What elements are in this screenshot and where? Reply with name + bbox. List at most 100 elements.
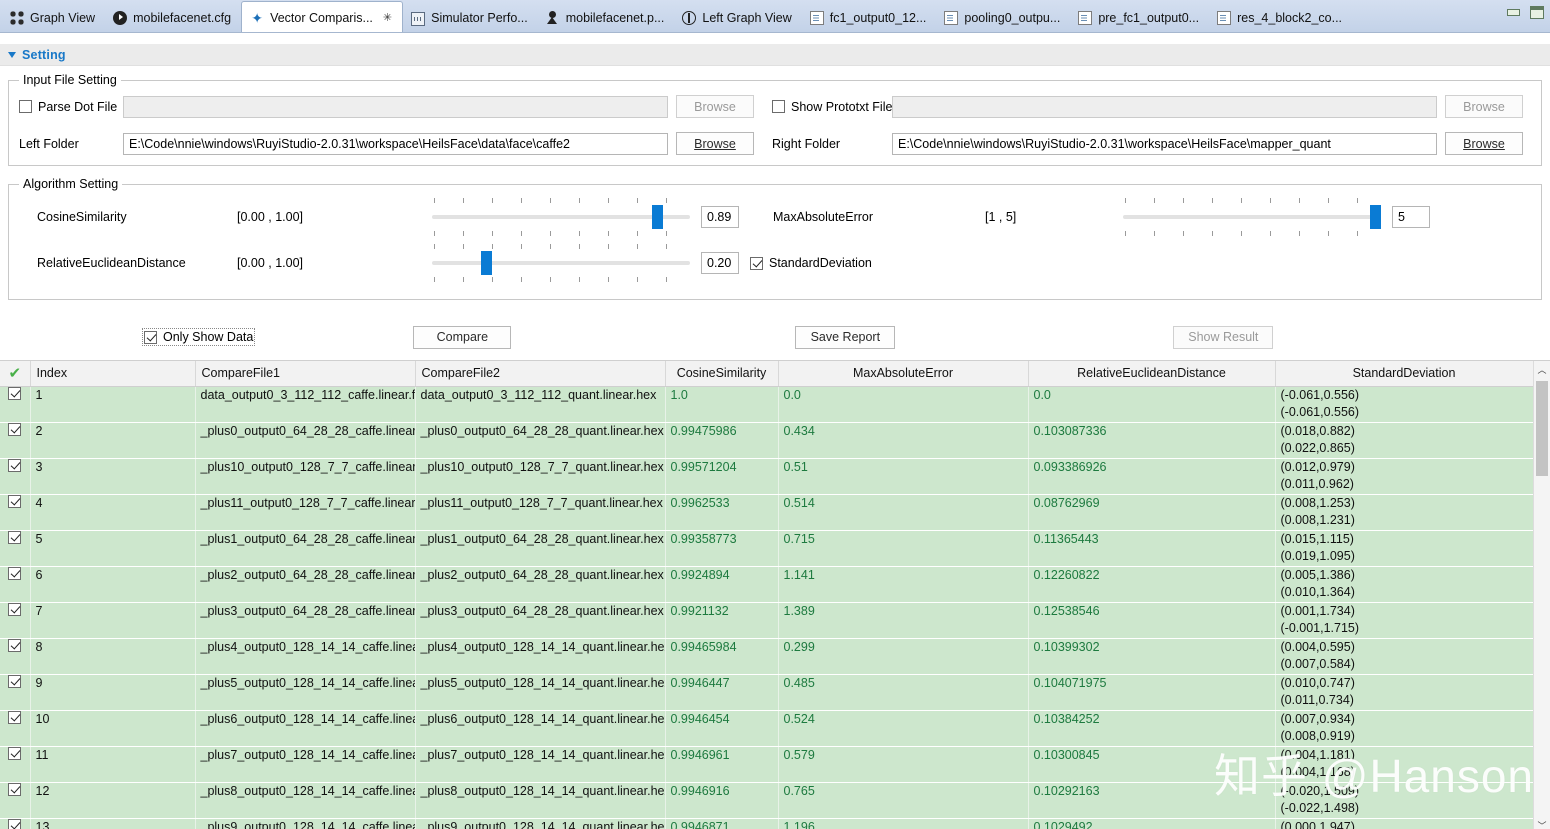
standard-deviation-checkbox-label[interactable]: StandardDeviation bbox=[750, 256, 872, 270]
left-folder-input[interactable]: E:\Code\nnie\windows\RuyiStudio-2.0.31\w… bbox=[123, 132, 668, 155]
column-header-cosinesimilarity[interactable]: CosineSimilarity bbox=[665, 361, 779, 387]
parse-dot-file-checkbox-label[interactable]: Parse Dot File bbox=[19, 100, 123, 114]
row-checkbox-cell[interactable] bbox=[0, 566, 31, 603]
show-prototxt-browse-button[interactable]: Browse bbox=[1445, 95, 1523, 118]
row-checkbox-cell[interactable] bbox=[0, 710, 31, 747]
cell-cosinesimilarity: 1.0 bbox=[665, 386, 779, 423]
column-header-maxabsoluteerror[interactable]: MaxAbsoluteError bbox=[778, 361, 1029, 387]
relative-euclidean-distance-slider[interactable] bbox=[432, 241, 690, 285]
row-checkbox-cell[interactable] bbox=[0, 386, 31, 423]
row-checkbox-cell[interactable] bbox=[0, 782, 31, 819]
tab-pooling0-output[interactable]: pooling0_outpu... bbox=[936, 4, 1070, 32]
max-absolute-error-value-input[interactable]: 5 bbox=[1392, 206, 1430, 228]
row-checkbox[interactable] bbox=[8, 386, 22, 400]
show-result-button[interactable]: Show Result bbox=[1173, 325, 1274, 349]
row-checkbox[interactable] bbox=[8, 782, 22, 796]
scrollbar-thumb[interactable] bbox=[1536, 381, 1548, 476]
tab-simulator-performance[interactable]: Simulator Perfo... bbox=[403, 4, 538, 32]
minimize-icon[interactable] bbox=[1507, 9, 1520, 16]
column-header-comparefile1[interactable]: CompareFile1 bbox=[195, 361, 416, 387]
select-all-header[interactable]: ✔ bbox=[0, 361, 31, 387]
row-checkbox-cell[interactable] bbox=[0, 746, 31, 783]
row-checkbox[interactable] bbox=[8, 422, 22, 436]
row-checkbox[interactable] bbox=[8, 566, 22, 580]
setting-section-header[interactable]: Setting bbox=[0, 44, 1550, 66]
cosine-similarity-slider[interactable] bbox=[432, 195, 690, 239]
show-prototxt-checkbox-label[interactable]: Show Prototxt File bbox=[772, 100, 892, 114]
table-row[interactable]: 13 _plus9_output0_128_14_14_caffe.linear _… bbox=[0, 818, 1533, 829]
select-all-check-icon[interactable]: ✔ bbox=[8, 364, 21, 382]
row-checkbox[interactable] bbox=[8, 710, 22, 724]
right-folder-browse-button[interactable]: Browse bbox=[1445, 132, 1523, 155]
row-checkbox-cell[interactable] bbox=[0, 494, 31, 531]
row-checkbox[interactable] bbox=[8, 818, 22, 829]
standard-deviation-checkbox[interactable] bbox=[750, 256, 763, 270]
tab-fc1-output0[interactable]: fc1_output0_12... bbox=[802, 4, 937, 32]
row-checkbox[interactable] bbox=[8, 674, 22, 688]
compare-button[interactable]: Compare bbox=[413, 325, 512, 349]
table-row[interactable]: 7 _plus3_output0_64_28_28_caffe.linear.f _… bbox=[0, 602, 1533, 639]
slider-thumb[interactable] bbox=[652, 205, 663, 229]
column-header-comparefile2[interactable]: CompareFile2 bbox=[415, 361, 666, 387]
scroll-down-icon[interactable]: ﹀ bbox=[1534, 817, 1550, 829]
tab-res-4-block2[interactable]: res_4_block2_co... bbox=[1209, 4, 1352, 32]
tab-vector-comparison[interactable]: ✦ Vector Comparis... ✳ bbox=[241, 1, 404, 32]
row-checkbox[interactable] bbox=[8, 494, 22, 508]
save-report-button[interactable]: Save Report bbox=[795, 325, 896, 349]
row-checkbox[interactable] bbox=[8, 458, 22, 472]
row-checkbox-cell[interactable] bbox=[0, 674, 31, 711]
column-header-index[interactable]: Index bbox=[30, 361, 196, 387]
parse-dot-file-input[interactable] bbox=[123, 95, 668, 118]
chevron-down-icon[interactable] bbox=[8, 51, 16, 58]
row-checkbox-cell[interactable] bbox=[0, 602, 31, 639]
row-checkbox-cell[interactable] bbox=[0, 638, 31, 675]
table-row[interactable]: 9 _plus5_output0_128_14_14_caffe.linear _p… bbox=[0, 674, 1533, 711]
slider-thumb[interactable] bbox=[1370, 205, 1381, 229]
row-checkbox[interactable] bbox=[8, 530, 22, 544]
column-header-relativeeuclideandistance[interactable]: RelativeEuclideanDistance bbox=[1028, 361, 1276, 387]
vertical-scrollbar[interactable]: ︿ ﹀ bbox=[1533, 361, 1550, 829]
table-row[interactable]: 10 _plus6_output0_128_14_14_caffe.linear _… bbox=[0, 710, 1533, 747]
parse-dot-file-browse-button[interactable]: Browse bbox=[676, 95, 754, 118]
row-checkbox-cell[interactable] bbox=[0, 422, 31, 459]
table-row[interactable]: 6 _plus2_output0_64_28_28_caffe.linear.f _… bbox=[0, 566, 1533, 603]
close-icon[interactable]: ✳ bbox=[383, 11, 392, 24]
table-row[interactable]: 1 data_output0_3_112_112_caffe.linear.fl d… bbox=[0, 386, 1533, 423]
table-row[interactable]: 2 _plus0_output0_64_28_28_caffe.linear.f _… bbox=[0, 422, 1533, 459]
relative-euclidean-distance-value-input[interactable]: 0.20 bbox=[701, 252, 739, 274]
column-header-standarddeviation[interactable]: StandardDeviation bbox=[1275, 361, 1533, 387]
table-row[interactable]: 3 _plus10_output0_128_7_7_caffe.linear.f _… bbox=[0, 458, 1533, 495]
scroll-up-icon[interactable]: ︿ bbox=[1534, 361, 1550, 378]
only-show-data-checkbox[interactable] bbox=[144, 330, 157, 344]
tab-graph-view[interactable]: Graph View bbox=[2, 4, 105, 32]
table-header-row: ✔ Index CompareFile1 CompareFile2 Cosine… bbox=[0, 361, 1533, 387]
table-row[interactable]: 5 _plus1_output0_64_28_28_caffe.linear.f _… bbox=[0, 530, 1533, 567]
show-prototxt-file-checkbox[interactable] bbox=[772, 100, 785, 113]
row-checkbox[interactable] bbox=[8, 638, 22, 652]
row-checkbox[interactable] bbox=[8, 602, 22, 616]
maximize-icon[interactable] bbox=[1530, 6, 1544, 19]
show-prototxt-file-input[interactable] bbox=[892, 95, 1437, 118]
tab-label: res_4_block2_co... bbox=[1237, 11, 1343, 25]
slider-track bbox=[432, 261, 690, 265]
row-checkbox[interactable] bbox=[8, 746, 22, 760]
parse-dot-file-row: Parse Dot File Browse Show Prototxt File… bbox=[19, 95, 1533, 118]
left-folder-browse-button[interactable]: Browse bbox=[676, 132, 754, 155]
tab-mobilefacenet-cfg[interactable]: mobilefacenet.cfg bbox=[105, 4, 241, 32]
table-row[interactable]: 11 _plus7_output0_128_14_14_caffe.linear _… bbox=[0, 746, 1533, 783]
parse-dot-file-checkbox[interactable] bbox=[19, 100, 32, 113]
table-row[interactable]: 8 _plus4_output0_128_14_14_caffe.linear _p… bbox=[0, 638, 1533, 675]
only-show-data-checkbox-label[interactable]: Only Show Data bbox=[141, 328, 256, 346]
slider-thumb[interactable] bbox=[481, 251, 492, 275]
tab-mobilefacenet-prototxt[interactable]: mobilefacenet.p... bbox=[538, 4, 675, 32]
row-checkbox-cell[interactable] bbox=[0, 530, 31, 567]
tab-pre-fc1-output0[interactable]: pre_fc1_output0... bbox=[1070, 4, 1209, 32]
tab-left-graph-view[interactable]: Left Graph View bbox=[674, 4, 801, 32]
table-row[interactable]: 4 _plus11_output0_128_7_7_caffe.linear.f _… bbox=[0, 494, 1533, 531]
right-folder-input[interactable]: E:\Code\nnie\windows\RuyiStudio-2.0.31\w… bbox=[892, 132, 1437, 155]
max-absolute-error-slider[interactable] bbox=[1123, 195, 1381, 239]
table-row[interactable]: 12 _plus8_output0_128_14_14_caffe.linear _… bbox=[0, 782, 1533, 819]
row-checkbox-cell[interactable] bbox=[0, 818, 31, 829]
cosine-similarity-value-input[interactable]: 0.89 bbox=[701, 206, 739, 228]
row-checkbox-cell[interactable] bbox=[0, 458, 31, 495]
